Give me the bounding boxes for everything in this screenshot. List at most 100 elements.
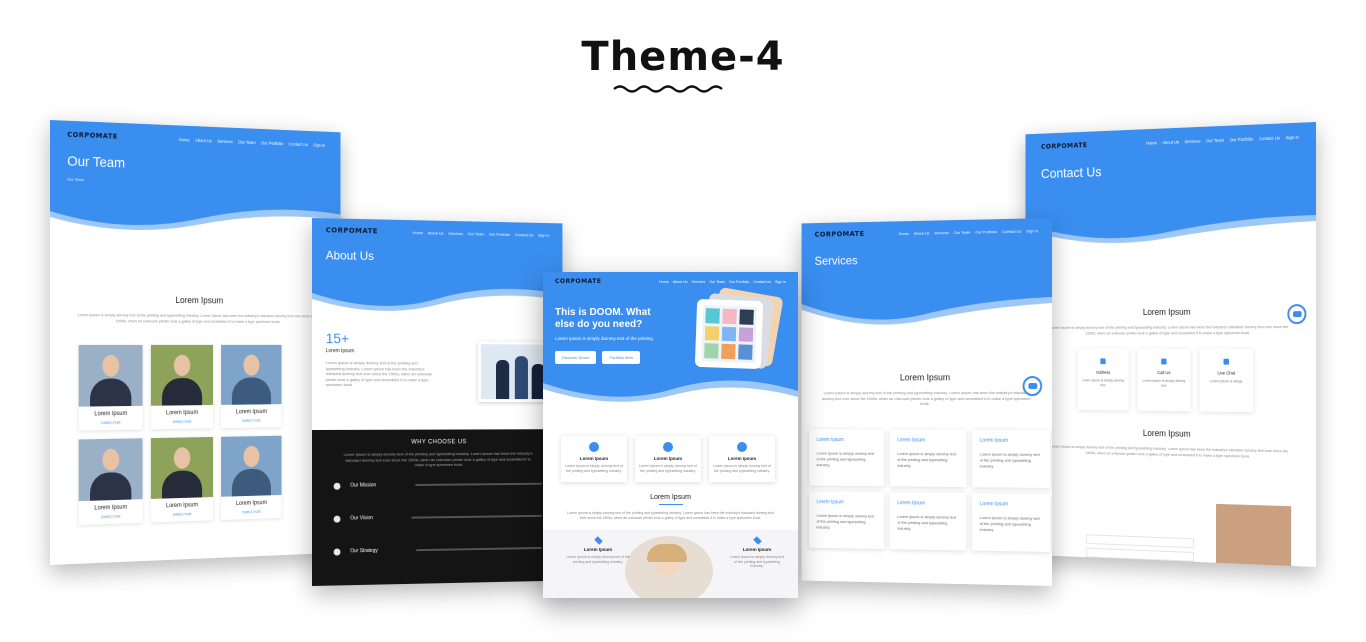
team-grid: Lorem Ipsum DIRECTOR Lorem Ipsum DIRECTO… — [78, 344, 282, 525]
logo[interactable]: CORPOMATE — [326, 226, 378, 235]
nav-team[interactable]: Our Team — [238, 139, 256, 145]
nav-contact[interactable]: Contact Us — [515, 232, 534, 237]
tablet-illustration — [684, 286, 784, 370]
mail-icon — [1161, 358, 1167, 365]
team-page-preview: CORPOMATE Home About Us Services Our Tea… — [50, 120, 341, 565]
nav-home[interactable]: Home — [659, 280, 669, 284]
team-member-card[interactable]: Lorem Ipsum DIRECTOR — [78, 438, 143, 525]
chat-icon[interactable] — [1287, 304, 1307, 325]
contact-info-card[interactable]: Live Chat Lorem Ipsum is simply — [1199, 348, 1254, 413]
nav-services[interactable]: Services — [448, 230, 463, 235]
title-underline — [658, 504, 683, 505]
why-item[interactable]: Our Strategy — [312, 544, 562, 556]
why-item[interactable]: Our Vision — [312, 512, 562, 523]
why-item[interactable]: Our Mission — [312, 480, 562, 490]
hero-wave — [50, 203, 341, 240]
search-icon — [737, 442, 747, 452]
headset-icon — [1223, 358, 1230, 365]
nav-services[interactable]: Services — [934, 230, 949, 235]
service-card[interactable]: Lorem Ipsum Lorem Ipsum is simply dummy t… — [972, 493, 1051, 552]
nav-contact[interactable]: Contact Us — [289, 141, 308, 147]
logo[interactable]: CORPOMATE — [67, 131, 118, 141]
team-member-card[interactable]: Lorem Ipsum DIRECTOR — [221, 344, 282, 429]
nav-about[interactable]: About Us — [195, 137, 212, 143]
nav-team[interactable]: Our Team — [709, 280, 725, 284]
nav-portfolio[interactable]: Our Portfolio — [729, 280, 749, 284]
hero-title: Contact Us — [1040, 163, 1102, 182]
section-title: Lorem Ipsum — [175, 295, 224, 306]
discover-button[interactable]: Discover Doom — [555, 350, 597, 364]
contact-info-card[interactable]: Address Lorem Ipsum is simply dummy text — [1077, 348, 1129, 411]
nav-signin[interactable]: Sign in — [313, 142, 325, 147]
team-member-card[interactable]: Lorem Ipsum DIRECTOR — [150, 344, 213, 430]
nav-services[interactable]: Services — [217, 138, 233, 143]
section-title: Lorem Ipsum — [899, 372, 951, 383]
stat-label: Lorem Ipsum — [325, 348, 355, 355]
nav-contact[interactable]: Contact Us — [1002, 228, 1021, 233]
breadcrumb[interactable]: Our Team — [67, 177, 325, 190]
service-card[interactable]: Lorem Ipsum Lorem Ipsum is simply dummy t… — [809, 491, 885, 550]
nav-contact[interactable]: Contact Us — [1259, 135, 1280, 141]
nav-portfolio[interactable]: Our Portfolio — [1230, 136, 1254, 142]
section-text: Lorem Ipsum is simply dummy text of the … — [77, 312, 316, 324]
portfolio-button[interactable]: Portfolio Item — [602, 350, 640, 364]
hero-headline: This is DOOM. What else do you need? — [555, 307, 651, 330]
chat-icon[interactable] — [1022, 376, 1043, 397]
nav-home[interactable]: Home — [179, 137, 190, 142]
nav-bar: Home About Us Services Our Team Our Port… — [899, 228, 1038, 236]
section-title: Lorem Ipsum — [650, 494, 691, 501]
section-title: Lorem Ipsum — [1142, 306, 1191, 317]
nav-portfolio[interactable]: Our Portfolio — [489, 231, 510, 236]
email-input[interactable] — [1086, 547, 1194, 562]
nav-about[interactable]: About Us — [673, 280, 688, 284]
hero-wave — [312, 286, 563, 318]
team-member-card[interactable]: Lorem Ipsum DIRECTOR — [150, 436, 213, 523]
nav-home[interactable]: Home — [413, 230, 423, 235]
service-card[interactable]: Lorem Ipsum Lorem Ipsum is simply dummy t… — [889, 429, 967, 488]
section-text: Lorem Ipsum is simply dummy text of the … — [1050, 324, 1289, 335]
team-member-card[interactable]: Lorem Ipsum DIRECTOR — [221, 435, 282, 520]
features-row: Lorem Ipsum Lorem Ipsum is simply dummy … — [561, 436, 798, 482]
nav-portfolio[interactable]: Our Portfolio — [261, 140, 283, 146]
about-photo — [478, 341, 554, 402]
team-member-card[interactable]: Lorem Ipsum DIRECTOR — [78, 344, 143, 431]
nav-team[interactable]: Our Team — [1206, 137, 1224, 143]
page-title: Theme-4 — [581, 34, 785, 80]
nav-contact[interactable]: Contact Us — [753, 280, 771, 284]
logo[interactable]: CORPOMATE — [815, 230, 865, 239]
nav-services[interactable]: Services — [1185, 138, 1201, 144]
nav-signin[interactable]: Sign in — [1026, 228, 1038, 233]
nav-home[interactable]: Home — [899, 230, 909, 235]
nav-team[interactable]: Our Team — [468, 231, 485, 236]
services-grid: Lorem Ipsum Lorem Ipsum is simply dummy t… — [809, 429, 1051, 552]
service-card[interactable]: Lorem Ipsum Lorem Ipsum is simply dummy t… — [972, 429, 1051, 488]
hero-title: Our Team — [67, 152, 126, 171]
nav-services[interactable]: Services — [692, 280, 706, 284]
contact-info-card[interactable]: Call Us Lorem Ipsum is simply dummy text — [1137, 348, 1191, 412]
why-text: Lorem Ipsum is simply dummy text of the … — [343, 450, 533, 468]
globe-icon — [333, 482, 341, 490]
nav-home[interactable]: Home — [1146, 140, 1157, 145]
nav-about[interactable]: About Us — [428, 230, 444, 235]
nav-about[interactable]: About Us — [914, 230, 930, 235]
service-card[interactable]: Lorem Ipsum Lorem Ipsum is simply dummy t… — [809, 429, 885, 487]
logo[interactable]: CORPOMATE — [1041, 141, 1088, 150]
logo[interactable]: CORPOMATE — [555, 278, 601, 285]
nav-signin[interactable]: Sign in — [1286, 134, 1299, 139]
name-input[interactable] — [1086, 534, 1194, 549]
rocket-icon — [663, 442, 673, 452]
home-page-preview: CORPOMATE Home About Us Services Our Tea… — [543, 272, 798, 598]
service-card[interactable]: Lorem Ipsum Lorem Ipsum is simply dummy t… — [889, 492, 967, 551]
section-title-2: Lorem Ipsum — [1142, 428, 1191, 439]
feature-card[interactable]: Lorem Ipsum Lorem Ipsum is simply dummy … — [561, 436, 627, 482]
nav-portfolio[interactable]: Our Portfolio — [975, 229, 997, 234]
nav-team[interactable]: Our Team — [954, 229, 971, 234]
diamond-icon — [752, 536, 762, 545]
nav-about[interactable]: About Us — [1162, 139, 1179, 145]
feature-card[interactable]: Lorem Ipsum Lorem Ipsum is simply dummy … — [709, 436, 775, 482]
chart-icon — [333, 515, 341, 523]
location-icon — [1100, 358, 1106, 365]
nav-signin[interactable]: Sign in — [538, 232, 549, 237]
feature-card[interactable]: Lorem Ipsum Lorem Ipsum is simply dummy … — [635, 436, 701, 482]
nav-signin[interactable]: Sign in — [775, 280, 786, 284]
